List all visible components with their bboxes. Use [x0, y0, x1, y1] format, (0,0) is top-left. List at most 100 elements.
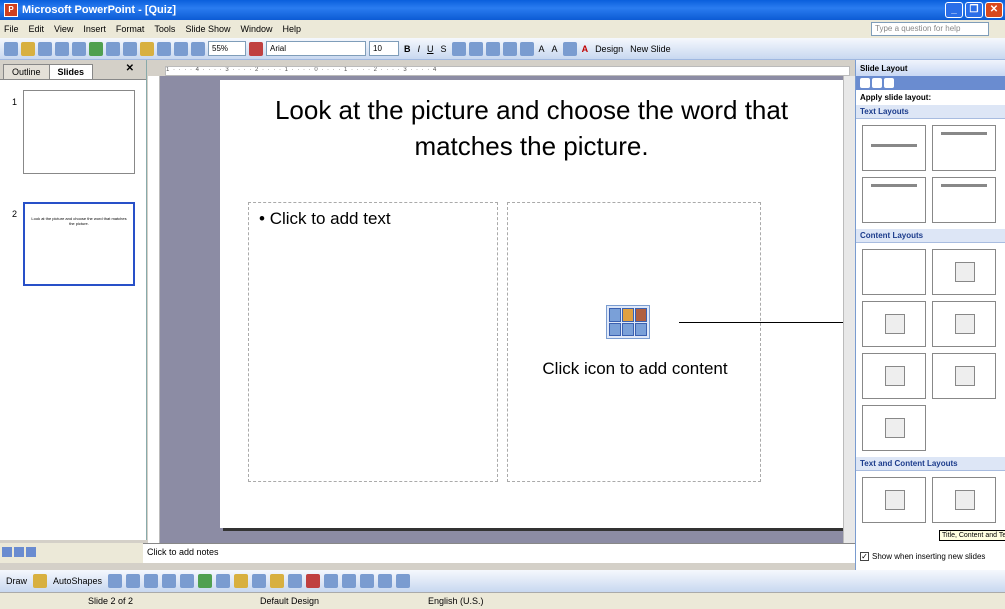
- layout-title-text[interactable]: [862, 177, 926, 223]
- table-icon[interactable]: [191, 41, 205, 56]
- select-icon[interactable]: [33, 574, 48, 588]
- powerpoint-icon: P: [4, 3, 18, 17]
- font-color-button[interactable]: A: [582, 44, 589, 54]
- menu-help[interactable]: Help: [282, 24, 301, 34]
- copy-icon[interactable]: [123, 41, 137, 56]
- help-icon[interactable]: [249, 41, 263, 56]
- font-color-icon[interactable]: [306, 574, 321, 588]
- draw-menu[interactable]: Draw: [6, 576, 27, 586]
- new-slide-button[interactable]: New Slide: [630, 44, 671, 54]
- dash-style-icon[interactable]: [342, 574, 357, 588]
- clipart-icon[interactable]: [234, 574, 249, 588]
- line-style-icon[interactable]: [324, 574, 339, 588]
- arrow-style-icon[interactable]: [360, 574, 375, 588]
- slide-title[interactable]: Look at the picture and choose the word …: [240, 92, 823, 164]
- increase-font-button[interactable]: A: [539, 44, 545, 54]
- paste-icon[interactable]: [140, 41, 154, 56]
- help-search-input[interactable]: Type a question for help: [871, 22, 989, 36]
- show-when-inserting[interactable]: ✓ Show when inserting new slides: [860, 552, 985, 561]
- content-placeholder[interactable]: Click icon to add content: [507, 202, 761, 482]
- minimize-button[interactable]: _: [945, 2, 963, 18]
- chart-icon[interactable]: [174, 41, 188, 56]
- 3d-icon[interactable]: [396, 574, 411, 588]
- zoom-select[interactable]: 55%: [208, 41, 246, 56]
- layout-title-content-text[interactable]: [932, 477, 996, 523]
- vertical-scrollbar[interactable]: [843, 76, 855, 543]
- layout-blank[interactable]: [862, 249, 926, 295]
- layout-text-content-a[interactable]: [862, 477, 926, 523]
- shadow-button[interactable]: S: [441, 44, 447, 54]
- layout-title-content[interactable]: [862, 301, 926, 347]
- tab-slides[interactable]: Slides: [48, 64, 94, 79]
- sorter-view-icon[interactable]: [14, 547, 24, 557]
- menu-slide-show[interactable]: Slide Show: [185, 24, 230, 34]
- slide-number: 2: [12, 209, 18, 219]
- home-icon[interactable]: [884, 78, 894, 88]
- menu-format[interactable]: Format: [116, 24, 145, 34]
- line-color-icon[interactable]: [288, 574, 303, 588]
- open-icon[interactable]: [21, 41, 35, 56]
- align-center-icon[interactable]: [468, 41, 483, 56]
- menu-file[interactable]: File: [4, 24, 19, 34]
- layout-content[interactable]: [932, 249, 996, 295]
- slide-thumbnail-1[interactable]: [23, 90, 135, 174]
- layout-four-content-c[interactable]: [862, 405, 926, 451]
- preview-icon[interactable]: [72, 41, 86, 56]
- underline-button[interactable]: U: [427, 44, 434, 54]
- slide-thumbnail-2[interactable]: Look at the picture and choose the word …: [23, 202, 135, 286]
- back-icon[interactable]: [860, 78, 870, 88]
- menu-window[interactable]: Window: [240, 24, 272, 34]
- tab-outline[interactable]: Outline: [3, 64, 50, 79]
- italic-button[interactable]: I: [418, 44, 421, 54]
- align-left-icon[interactable]: [451, 41, 466, 56]
- spelling-icon[interactable]: [89, 41, 103, 56]
- diagram-icon[interactable]: [216, 574, 231, 588]
- bullets-icon[interactable]: [519, 41, 534, 56]
- arrow-icon[interactable]: [126, 574, 141, 588]
- autoshapes-menu[interactable]: AutoShapes: [53, 576, 102, 586]
- decrease-font-button[interactable]: A: [552, 44, 558, 54]
- normal-view-icon[interactable]: [2, 547, 12, 557]
- indent-icon[interactable]: [562, 41, 577, 56]
- font-size-select[interactable]: 10: [369, 41, 399, 56]
- slideshow-view-icon[interactable]: [26, 547, 36, 557]
- slide-canvas[interactable]: Look at the picture and choose the word …: [220, 80, 843, 528]
- wordart-icon[interactable]: [198, 574, 213, 588]
- menu-tools[interactable]: Tools: [154, 24, 175, 34]
- textbox-icon[interactable]: [180, 574, 195, 588]
- layout-two-column[interactable]: [932, 177, 996, 223]
- layout-title-only[interactable]: [932, 125, 996, 171]
- cut-icon[interactable]: [106, 41, 120, 56]
- text-layouts-header: Text Layouts: [856, 105, 1005, 119]
- line-icon[interactable]: [108, 574, 123, 588]
- picture-icon[interactable]: [252, 574, 267, 588]
- shadow-icon[interactable]: [378, 574, 393, 588]
- numbering-icon[interactable]: [502, 41, 517, 56]
- undo-icon[interactable]: [157, 41, 171, 56]
- font-select[interactable]: Arial: [266, 41, 366, 56]
- restore-button[interactable]: ❐: [965, 2, 983, 18]
- design-button[interactable]: Design: [595, 44, 623, 54]
- menu-insert[interactable]: Insert: [83, 24, 106, 34]
- menu-edit[interactable]: Edit: [29, 24, 45, 34]
- layout-four-content-b[interactable]: [932, 353, 996, 399]
- bold-button[interactable]: B: [404, 44, 411, 54]
- text-placeholder[interactable]: • Click to add text: [248, 202, 498, 482]
- notes-pane[interactable]: Click to add notes: [143, 543, 855, 563]
- menu-view[interactable]: View: [54, 24, 73, 34]
- rectangle-icon[interactable]: [144, 574, 159, 588]
- save-icon[interactable]: [38, 41, 52, 56]
- show-checkbox[interactable]: ✓: [860, 552, 869, 561]
- close-icon[interactable]: ✕: [126, 63, 134, 74]
- insert-content-icons[interactable]: [606, 305, 650, 339]
- fill-color-icon[interactable]: [270, 574, 285, 588]
- close-button[interactable]: ✕: [985, 2, 1003, 18]
- layout-two-content[interactable]: [932, 301, 996, 347]
- oval-icon[interactable]: [162, 574, 177, 588]
- new-icon[interactable]: [4, 41, 18, 56]
- layout-title-slide[interactable]: [862, 125, 926, 171]
- forward-icon[interactable]: [872, 78, 882, 88]
- layout-four-content-a[interactable]: [862, 353, 926, 399]
- print-icon[interactable]: [55, 41, 69, 56]
- align-right-icon[interactable]: [485, 41, 500, 56]
